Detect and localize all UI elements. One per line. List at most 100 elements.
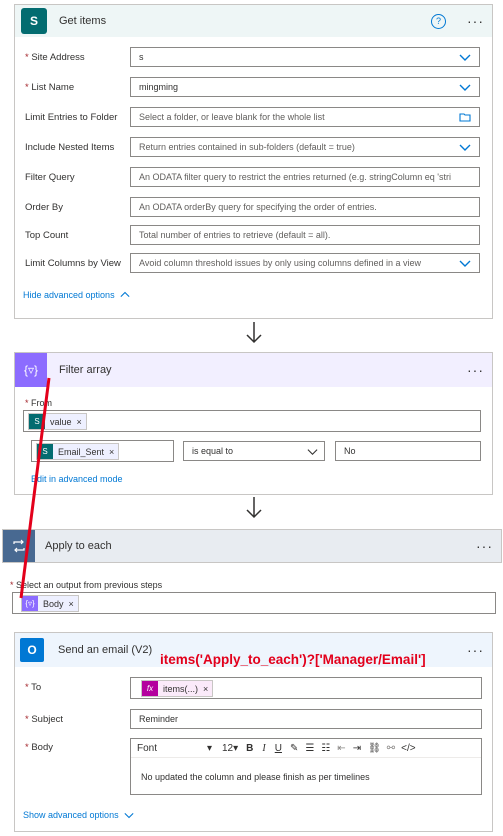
top-count-label: Top Count	[25, 229, 69, 241]
edit-advanced-link[interactable]: Edit in advanced mode	[31, 474, 123, 484]
loop-icon	[3, 530, 35, 562]
filter-query-placeholder: An ODATA filter query to restrict the en…	[139, 172, 452, 182]
indent-icon[interactable]: ⇥	[353, 743, 361, 754]
operator-select[interactable]: is equal to	[183, 441, 325, 461]
condition-right-field[interactable]: No	[335, 441, 481, 461]
body-token-label: Body	[43, 598, 64, 609]
operator-value: is equal to	[192, 446, 234, 456]
top-count-placeholder: Total number of entries to retrieve (def…	[139, 230, 331, 240]
limit-folder-placeholder: Select a folder, or leave blank for the …	[139, 112, 325, 122]
limit-columns-row: Limit Columns by View Avoid column thres…	[15, 251, 492, 275]
to-label: * To	[25, 682, 42, 693]
apply-to-each-header[interactable]: Apply to each ···	[2, 529, 502, 563]
bullet-list-icon[interactable]: ☰	[305, 743, 314, 754]
list-name-label: * List Name	[25, 81, 75, 93]
outdent-icon[interactable]: ⇤	[337, 743, 345, 754]
send-email-title: Send an email (V2)	[58, 644, 153, 656]
apply-to-each-title: Apply to each	[45, 540, 112, 552]
chevron-down-icon[interactable]	[459, 141, 471, 153]
top-count-row: Top Count Total number of entries to ret…	[15, 223, 492, 247]
flow-arrow-icon	[246, 322, 262, 344]
chevron-down-icon	[124, 812, 134, 819]
order-by-field[interactable]: An ODATA orderBy query for specifying th…	[130, 197, 480, 217]
body-token[interactable]: {▿} Body ×	[21, 595, 79, 612]
unlink-icon[interactable]: ⚯	[387, 743, 395, 754]
font-value: Font	[137, 742, 158, 754]
condition-left-field[interactable]: S Email_Sent ×	[31, 440, 174, 462]
pen-icon[interactable]: ✎	[290, 743, 298, 754]
code-view-icon[interactable]: </>	[401, 743, 415, 754]
filter-icon: {▿}	[22, 596, 38, 611]
numbered-list-icon[interactable]: ☷	[321, 743, 330, 754]
chevron-up-icon	[120, 291, 130, 298]
body-toolbar: Font ▾ 12▾ B I U ✎ ☰ ☷ ⇤ ⇥ ⛓ ⚯ </>	[131, 739, 481, 758]
link-icon[interactable]: ⛓	[368, 743, 381, 754]
more-options-icon[interactable]: ···	[476, 538, 493, 554]
subject-value: Reminder	[139, 714, 179, 724]
folder-icon[interactable]	[459, 111, 471, 123]
hide-advanced-link[interactable]: Hide advanced options	[23, 290, 130, 300]
to-field[interactable]: fx items(...) ×	[130, 677, 482, 699]
items-token-label: items(...)	[163, 683, 198, 694]
list-name-value: mingming	[139, 82, 179, 92]
remove-icon[interactable]: ×	[109, 447, 114, 457]
bold-icon[interactable]: B	[246, 743, 253, 754]
filter-array-header[interactable]: {▿} Filter array ···	[15, 353, 492, 387]
more-options-icon[interactable]: ···	[467, 362, 484, 378]
help-icon[interactable]: ?	[431, 13, 446, 29]
filter-query-field[interactable]: An ODATA filter query to restrict the en…	[130, 167, 480, 187]
output-label: * Select an output from previous steps	[10, 580, 163, 590]
order-by-label: Order By	[25, 201, 64, 213]
chevron-down-icon[interactable]	[459, 51, 471, 63]
from-label: * From	[25, 398, 53, 408]
italic-icon[interactable]: I	[262, 743, 265, 754]
items-token[interactable]: fx items(...) ×	[141, 680, 214, 697]
more-options-icon[interactable]: ···	[467, 13, 484, 29]
body-editor[interactable]: Font ▾ 12▾ B I U ✎ ☰ ☷ ⇤ ⇥ ⛓ ⚯ </> No upd…	[130, 738, 482, 795]
email-sent-token[interactable]: S Email_Sent ×	[36, 443, 120, 460]
chevron-down-icon[interactable]	[459, 81, 471, 93]
chevron-down-icon[interactable]	[459, 257, 471, 269]
filter-icon: {▿}	[15, 353, 47, 387]
top-count-field[interactable]: Total number of entries to retrieve (def…	[130, 225, 480, 245]
font-size-select[interactable]: 12▾	[222, 743, 238, 754]
site-address-field[interactable]: s	[130, 47, 480, 67]
subject-field[interactable]: Reminder	[130, 709, 482, 729]
limit-columns-placeholder: Avoid column threshold issues by only us…	[139, 258, 421, 268]
limit-folder-label: Limit Entries to Folder	[25, 111, 118, 123]
list-name-field[interactable]: mingming	[130, 77, 480, 97]
underline-icon[interactable]: U	[275, 743, 282, 754]
filter-query-label: Filter Query	[25, 171, 75, 183]
get-items-card: S Get items ? ··· * Site Address s * Lis…	[14, 4, 493, 319]
nested-label: Include Nested Items	[25, 141, 115, 153]
remove-icon[interactable]: ×	[69, 599, 74, 609]
right-value: No	[344, 446, 356, 456]
filter-query-row: Filter Query An ODATA filter query to re…	[15, 165, 492, 189]
value-token[interactable]: S value ×	[28, 413, 87, 430]
nested-row: Include Nested Items Return entries cont…	[15, 135, 492, 159]
limit-columns-label: Limit Columns by View	[25, 257, 121, 269]
chevron-down-icon	[307, 449, 318, 456]
more-options-icon[interactable]: ···	[467, 642, 484, 658]
remove-icon[interactable]: ×	[203, 684, 208, 694]
body-text[interactable]: No updated the column and please finish …	[141, 772, 370, 782]
font-select[interactable]: Font ▾	[137, 743, 212, 754]
sharepoint-icon: S	[21, 8, 47, 34]
sharepoint-icon: S	[29, 414, 45, 429]
limit-columns-field[interactable]: Avoid column threshold issues by only us…	[130, 253, 480, 273]
flow-arrow-icon	[246, 497, 262, 519]
show-advanced-link[interactable]: Show advanced options	[23, 810, 134, 820]
filter-array-card: {▿} Filter array ··· * From S value × S …	[14, 352, 493, 495]
list-name-row: * List Name mingming	[15, 75, 492, 99]
nested-field[interactable]: Return entries contained in sub-folders …	[130, 137, 480, 157]
limit-folder-field[interactable]: Select a folder, or leave blank for the …	[130, 107, 480, 127]
annotation-text: items('Apply_to_each')?['Manager/Email']	[160, 652, 426, 667]
from-field[interactable]: S value ×	[23, 410, 481, 432]
order-by-placeholder: An ODATA orderBy query for specifying th…	[139, 202, 377, 212]
get-items-header[interactable]: S Get items ? ···	[15, 5, 492, 37]
output-field[interactable]: {▿} Body ×	[12, 592, 496, 614]
show-advanced-label: Show advanced options	[23, 810, 119, 820]
remove-icon[interactable]: ×	[77, 417, 82, 427]
order-by-row: Order By An ODATA orderBy query for spec…	[15, 195, 492, 219]
filter-array-title: Filter array	[59, 364, 112, 376]
